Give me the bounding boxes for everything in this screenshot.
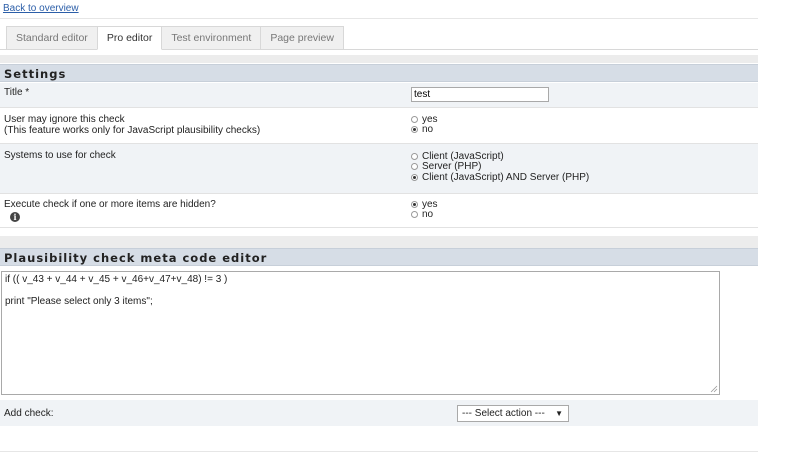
title-input[interactable] bbox=[411, 87, 549, 102]
systems-option-both[interactable]: Client (JavaScript) AND Server (PHP) bbox=[411, 172, 589, 183]
ignore-option-yes[interactable]: yes bbox=[411, 114, 438, 125]
ignore-option-no[interactable]: no bbox=[411, 124, 438, 136]
hidden-options: yes no bbox=[411, 199, 438, 220]
systems-option-server[interactable]: Server (PHP) bbox=[411, 161, 589, 173]
divider bbox=[0, 18, 758, 19]
settings-heading: Settings bbox=[0, 64, 758, 82]
option-label: Client (JavaScript) bbox=[422, 150, 504, 162]
spacer bbox=[0, 236, 758, 248]
ignore-label-line2: (This feature works only for JavaScript … bbox=[4, 125, 261, 136]
ignore-row: User may ignore this check (This feature… bbox=[0, 108, 758, 144]
hidden-label-text: Execute check if one or more items are h… bbox=[4, 199, 216, 210]
hidden-label: Execute check if one or more items are h… bbox=[4, 199, 216, 223]
option-label: yes bbox=[422, 198, 438, 210]
ignore-label-line1: User may ignore this check bbox=[4, 114, 125, 125]
radio-client[interactable] bbox=[411, 152, 418, 160]
radio-both[interactable] bbox=[411, 173, 418, 181]
tab-standard-editor[interactable]: Standard editor bbox=[6, 26, 98, 50]
code-line-1: if (( v_43 + v_44 + v_45 + v_46+v_47+v_4… bbox=[5, 274, 228, 285]
ignore-options: yes no bbox=[411, 114, 438, 135]
radio-no[interactable] bbox=[411, 211, 418, 219]
radio-server[interactable] bbox=[411, 163, 418, 171]
title-label: Title * bbox=[4, 87, 30, 98]
chevron-down-icon: ▼ bbox=[555, 409, 563, 418]
systems-label: Systems to use for check bbox=[4, 150, 116, 161]
hidden-option-yes[interactable]: yes bbox=[411, 199, 438, 210]
ignore-label: User may ignore this check (This feature… bbox=[4, 114, 260, 136]
code-line-2: print "Please select only 3 items"; bbox=[5, 296, 153, 307]
radio-yes[interactable] bbox=[411, 115, 418, 123]
title-row: Title * bbox=[0, 83, 758, 108]
back-to-overview-link[interactable]: Back to overview bbox=[3, 3, 79, 14]
editor-heading: Plausibility check meta code editor bbox=[0, 248, 758, 266]
option-label: no bbox=[422, 124, 434, 136]
option-label: yes bbox=[422, 113, 438, 125]
select-action-dropdown[interactable]: --- Select action --- ▼ bbox=[457, 405, 569, 422]
meta-code-editor[interactable]: if (( v_43 + v_44 + v_45 + v_46+v_47+v_4… bbox=[1, 271, 720, 395]
tab-test-environment[interactable]: Test environment bbox=[161, 26, 262, 50]
systems-row: Systems to use for check Client (JavaScr… bbox=[0, 144, 758, 194]
option-label: Server (PHP) bbox=[422, 161, 482, 173]
tab-page-preview[interactable]: Page preview bbox=[260, 26, 344, 50]
add-check-label: Add check: bbox=[4, 408, 54, 419]
editor-tabs: Standard editor Pro editor Test environm… bbox=[6, 26, 344, 50]
radio-no[interactable] bbox=[411, 126, 418, 134]
resize-handle-icon[interactable] bbox=[710, 385, 718, 393]
add-check-row: Add check: bbox=[0, 400, 758, 426]
hidden-row: Execute check if one or more items are h… bbox=[0, 194, 758, 228]
option-label: Client (JavaScript) AND Server (PHP) bbox=[422, 171, 590, 183]
systems-options: Client (JavaScript) Server (PHP) Client … bbox=[411, 151, 589, 183]
select-action-value: --- Select action --- bbox=[462, 408, 545, 419]
info-icon[interactable]: i bbox=[10, 212, 20, 222]
spacer bbox=[0, 55, 758, 63]
systems-option-client[interactable]: Client (JavaScript) bbox=[411, 151, 589, 162]
option-label: no bbox=[422, 209, 434, 221]
hidden-option-no[interactable]: no bbox=[411, 209, 438, 221]
radio-yes[interactable] bbox=[411, 200, 418, 208]
divider bbox=[0, 451, 758, 452]
tab-pro-editor[interactable]: Pro editor bbox=[96, 26, 163, 50]
